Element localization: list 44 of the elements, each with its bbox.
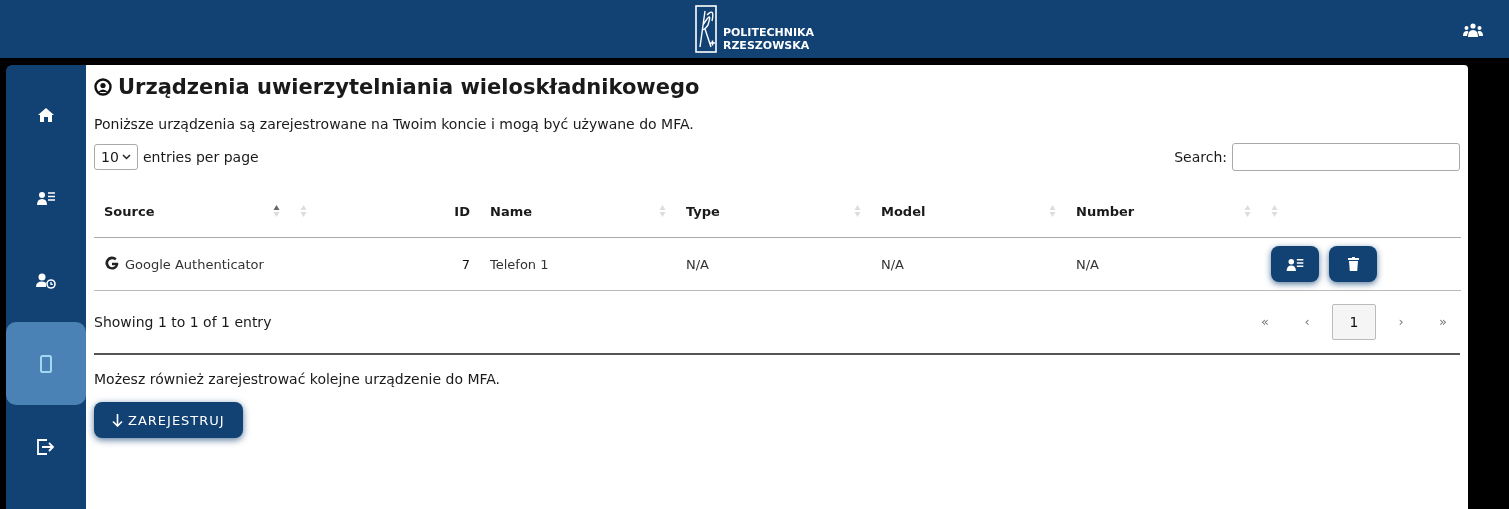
first-page-link[interactable]: « [1248,305,1282,339]
table-cell: N/A [686,256,709,272]
logo-text: RZESZOWSKA [722,39,811,52]
delete-button[interactable] [1329,246,1377,282]
chevron-icon [122,154,131,160]
column-header[interactable]: Model [881,203,926,219]
column-header[interactable]: ID [454,203,470,219]
user-list-icon [37,190,55,205]
intro-text: Poniższe urządzenia są zarejestrowane na Twoim koncie i mogą być używane do MFA. [94,116,695,132]
user-list-icon [1286,257,1304,271]
page-button[interactable]: 1 [1332,304,1376,340]
google-g-icon [104,256,120,272]
table-cell: Google Authenticator [125,256,264,272]
table-cell: 7 [461,256,470,272]
column-header[interactable]: Number [1076,203,1135,219]
table-info: Showing 1 to 1 of 1 entry [94,314,272,330]
details-button[interactable] [1271,246,1319,282]
last-page-link[interactable]: » [1426,305,1460,339]
search-field[interactable] [1232,143,1460,171]
table-cell: N/A [1076,256,1099,272]
phone-icon [40,354,52,373]
page-title: Urządzenia uwierzytelniania wieloskładnikowego [118,75,700,99]
column-header[interactable]: Type [686,203,720,219]
column-header[interactable]: Source [104,203,155,219]
user-circle-icon [94,78,112,96]
register-button[interactable]: ZAREJESTRUJ [94,402,243,438]
logo-icon [694,5,717,53]
table-cell: N/A [881,256,904,272]
page-size-label: entries per page [143,149,259,165]
register-text: Możesz również zarejestrować kolejne urządzenie do MFA. [94,371,502,387]
arrow-down-icon [112,413,123,427]
column-header[interactable]: Name [490,203,532,219]
home-icon [38,107,54,122]
next-page-link[interactable]: › [1384,305,1418,339]
sort-icon[interactable] [273,204,280,218]
table-cell: Telefon 1 [490,256,549,272]
logo-text: POLITECHNIKA [722,26,815,39]
trash-icon [1347,257,1359,271]
user-clock-icon [36,272,56,289]
logout-icon [37,438,55,455]
users-icon[interactable] [1463,23,1483,37]
previous-page-link[interactable]: ‹ [1290,305,1324,339]
search-label: Search: [1174,149,1227,165]
page-size-select[interactable]: 10 [94,144,138,170]
